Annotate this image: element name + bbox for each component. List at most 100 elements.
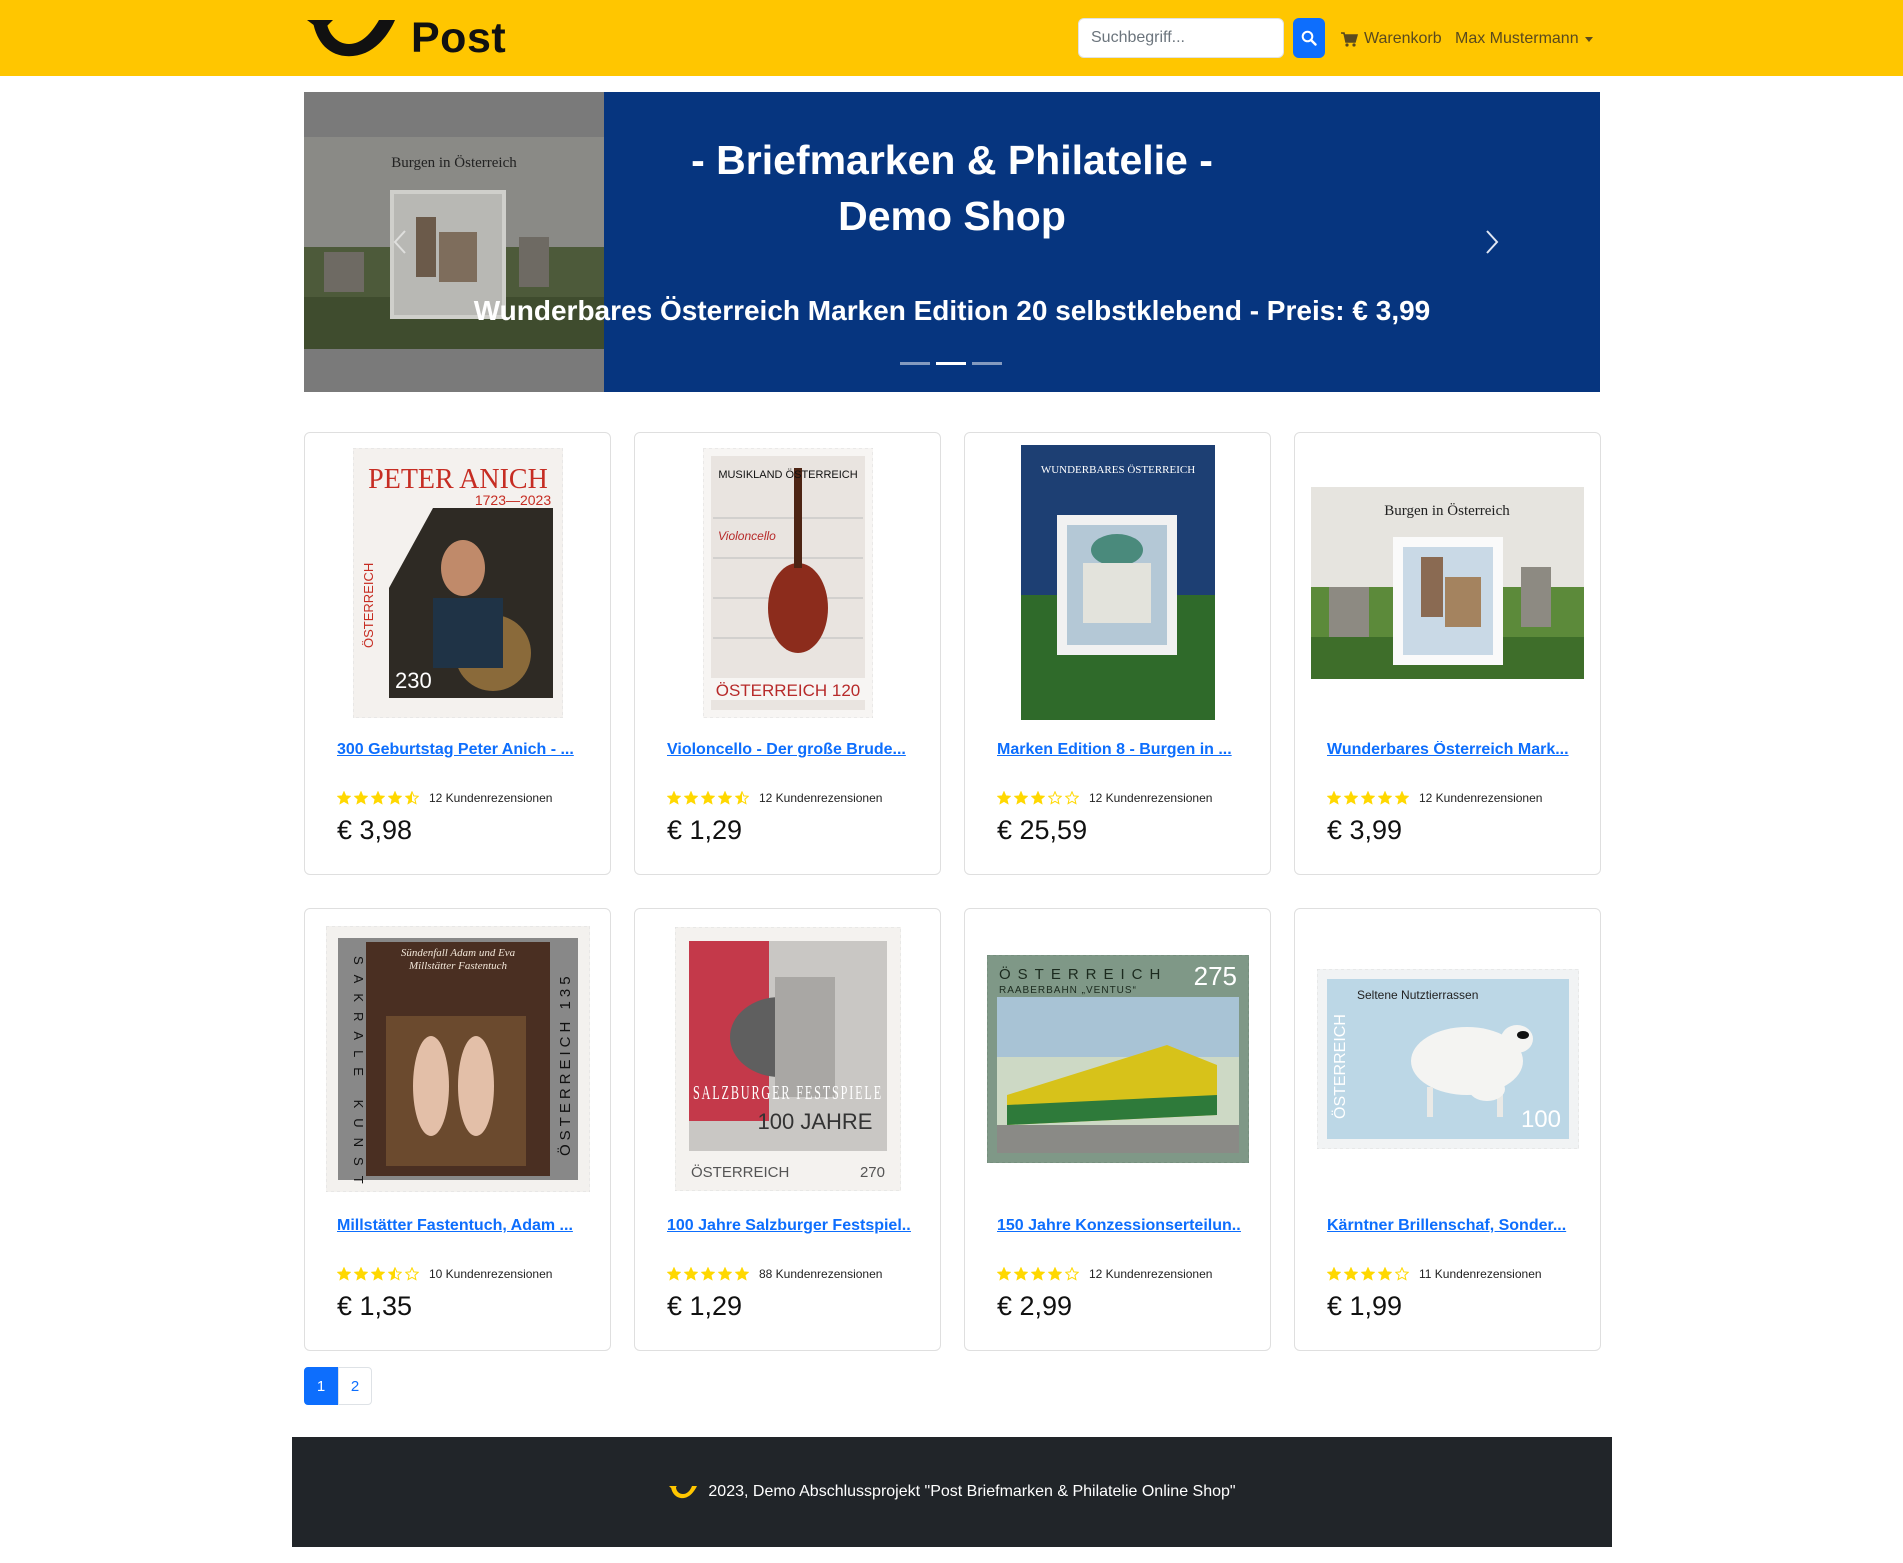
review-count[interactable]: 12 Kundenrezensionen	[1089, 791, 1212, 805]
cart-link[interactable]: Warenkorb	[1341, 27, 1442, 51]
product-price: € 1,35	[337, 1291, 413, 1321]
star-rating	[337, 791, 419, 805]
star-filled-icon	[667, 1267, 681, 1281]
star-filled-icon	[1378, 791, 1392, 805]
star-filled-icon	[1344, 1267, 1358, 1281]
star-empty-icon	[1048, 791, 1062, 805]
star-empty-icon	[1395, 1267, 1409, 1281]
chevron-right-icon	[1486, 230, 1499, 254]
brand-name: Post	[411, 13, 507, 62]
product-title[interactable]: 300 Geburtstag Peter Anich - ...	[337, 741, 581, 759]
carousel-indicator[interactable]	[972, 362, 1002, 365]
stamp-title: Sündenfall Adam und Eva	[400, 947, 515, 959]
stamp-side: ÖSTERREICH	[361, 562, 376, 647]
product-card: Sündenfall Adam und Eva Millstätter Fast…	[304, 908, 611, 1351]
product-image[interactable]: Seltene Nutztierrassen ÖSTERREICH 100	[1311, 921, 1584, 1196]
review-count[interactable]: 88 Kundenrezensionen	[759, 1267, 882, 1281]
stamp-title: Seltene Nutztierrassen	[1357, 988, 1478, 1002]
review-count[interactable]: 12 Kundenrezensionen	[429, 791, 552, 805]
product-title[interactable]: Kärntner Brillenschaf, Sonder...	[1327, 1217, 1571, 1235]
product-image[interactable]: PETER ANICH 1723—2023 ÖSTERREICH 230	[321, 445, 594, 720]
stamp-side: ÖSTERREICH	[691, 1163, 789, 1181]
user-dropdown[interactable]: Max Mustermann	[1455, 27, 1593, 51]
star-filled-icon	[701, 791, 715, 805]
search-icon	[1301, 30, 1317, 46]
star-filled-icon	[684, 791, 698, 805]
stamp-sub: RAABERBAHN „VENTUS“	[999, 985, 1137, 996]
stamp-value: ÖSTERREICH 135	[556, 972, 574, 1156]
star-filled-icon	[1395, 791, 1409, 805]
stamp-side: SAKRALE KUNST	[351, 956, 366, 1192]
product-card: ÖSTERREICH RAABERBAHN „VENTUS“ 275 150 J…	[964, 908, 1271, 1351]
star-filled-icon	[1361, 1267, 1375, 1281]
stamp-value: ÖSTERREICH 120	[715, 681, 860, 700]
star-filled-icon	[354, 791, 368, 805]
carousel-title-line1: - Briefmarken & Philatelie -	[691, 137, 1213, 183]
star-empty-icon	[405, 1267, 419, 1281]
stamp-title: WUNDERBARES ÖSTERREICH	[1040, 464, 1194, 476]
top-navbar: Post Warenkorb Max Mustermann	[0, 0, 1903, 76]
post-logo[interactable]: Post	[303, 14, 543, 62]
star-rating	[1327, 1267, 1409, 1281]
stamp-sub: 100 JAHRE	[757, 1109, 872, 1134]
product-price: € 2,99	[997, 1291, 1073, 1321]
carousel-next-button[interactable]	[1472, 222, 1512, 262]
star-filled-icon	[337, 1267, 351, 1281]
star-filled-icon	[718, 1267, 732, 1281]
carousel-indicator[interactable]	[900, 362, 930, 365]
review-count[interactable]: 10 Kundenrezensionen	[429, 1267, 552, 1281]
product-rating: 12 Kundenrezensionen	[667, 791, 882, 805]
post-horn-icon	[669, 1486, 698, 1499]
stamp-value: 100	[1520, 1106, 1560, 1133]
product-image[interactable]: WUNDERBARES ÖSTERREICH	[981, 445, 1254, 720]
star-filled-icon	[1048, 1267, 1062, 1281]
product-title[interactable]: 100 Jahre Salzburger Festspiel...	[667, 1217, 911, 1235]
cart-icon	[1341, 31, 1358, 47]
review-count[interactable]: 12 Kundenrezensionen	[1419, 791, 1542, 805]
product-rating: 12 Kundenrezensionen	[997, 791, 1212, 805]
product-title[interactable]: Marken Edition 8 - Burgen in ...	[997, 741, 1241, 759]
stamp-sub: Violoncello	[718, 529, 776, 543]
product-title[interactable]: Violoncello - Der große Brude...	[667, 741, 911, 759]
chevron-down-icon	[1584, 36, 1593, 42]
product-price: € 25,59	[997, 815, 1088, 845]
review-count[interactable]: 11 Kundenrezensionen	[1419, 1267, 1542, 1281]
stamp-salzburger: SALZBURGER FESTSPIELE 100 JAHRE ÖSTERREI…	[674, 926, 901, 1191]
stamp-value: 230	[395, 668, 432, 693]
star-rating	[667, 791, 749, 805]
product-rating: 88 Kundenrezensionen	[667, 1267, 882, 1281]
product-image[interactable]: Burgen in Österreich	[1311, 445, 1584, 720]
product-title[interactable]: Wunderbares Österreich Mark...	[1327, 741, 1571, 759]
star-filled-icon	[371, 1267, 385, 1281]
product-card: SALZBURGER FESTSPIELE 100 JAHRE ÖSTERREI…	[634, 908, 941, 1351]
page-link-1[interactable]: 1	[304, 1367, 338, 1405]
carousel-prev-button[interactable]	[380, 222, 420, 262]
star-half-icon	[388, 1267, 402, 1281]
search-button[interactable]	[1293, 18, 1325, 58]
product-price: € 3,99	[1327, 815, 1403, 845]
carousel-indicator-active[interactable]	[936, 362, 966, 365]
star-filled-icon	[1031, 791, 1045, 805]
star-filled-icon	[388, 791, 402, 805]
product-title[interactable]: Millstätter Fastentuch, Adam ...	[337, 1217, 581, 1235]
review-count[interactable]: 12 Kundenrezensionen	[1089, 1267, 1212, 1281]
star-filled-icon	[1031, 1267, 1045, 1281]
carousel-title-line2: Demo Shop	[838, 193, 1066, 239]
page-link-2[interactable]: 2	[338, 1367, 372, 1405]
product-image[interactable]: ÖSTERREICH RAABERBAHN „VENTUS“ 275	[981, 921, 1254, 1196]
star-filled-icon	[1361, 791, 1375, 805]
review-count[interactable]: 12 Kundenrezensionen	[759, 791, 882, 805]
product-title[interactable]: 150 Jahre Konzessionserteilun...	[997, 1217, 1241, 1235]
stamp-raaberbahn: ÖSTERREICH RAABERBAHN „VENTUS“ 275	[986, 954, 1249, 1163]
product-image[interactable]: SALZBURGER FESTSPIELE 100 JAHRE ÖSTERREI…	[651, 921, 924, 1196]
product-card: MUSIKLAND ÖSTERREICH Violoncello ÖSTERRE…	[634, 432, 941, 875]
stamp-burgen: Burgen in Österreich	[1311, 486, 1584, 679]
user-name: Max Mustermann	[1455, 30, 1579, 47]
star-filled-icon	[735, 1267, 749, 1281]
stamp-title: Burgen in Österreich	[1384, 502, 1510, 519]
product-image[interactable]: Sündenfall Adam und Eva Millstätter Fast…	[321, 921, 594, 1196]
product-image[interactable]: MUSIKLAND ÖSTERREICH Violoncello ÖSTERRE…	[651, 445, 924, 720]
search-input[interactable]	[1078, 18, 1284, 58]
footer-text: 2023, Demo Abschlussprojekt "Post Briefm…	[708, 1483, 1236, 1500]
carousel-caption: Wunderbares Österreich Marken Edition 20…	[473, 295, 1431, 326]
